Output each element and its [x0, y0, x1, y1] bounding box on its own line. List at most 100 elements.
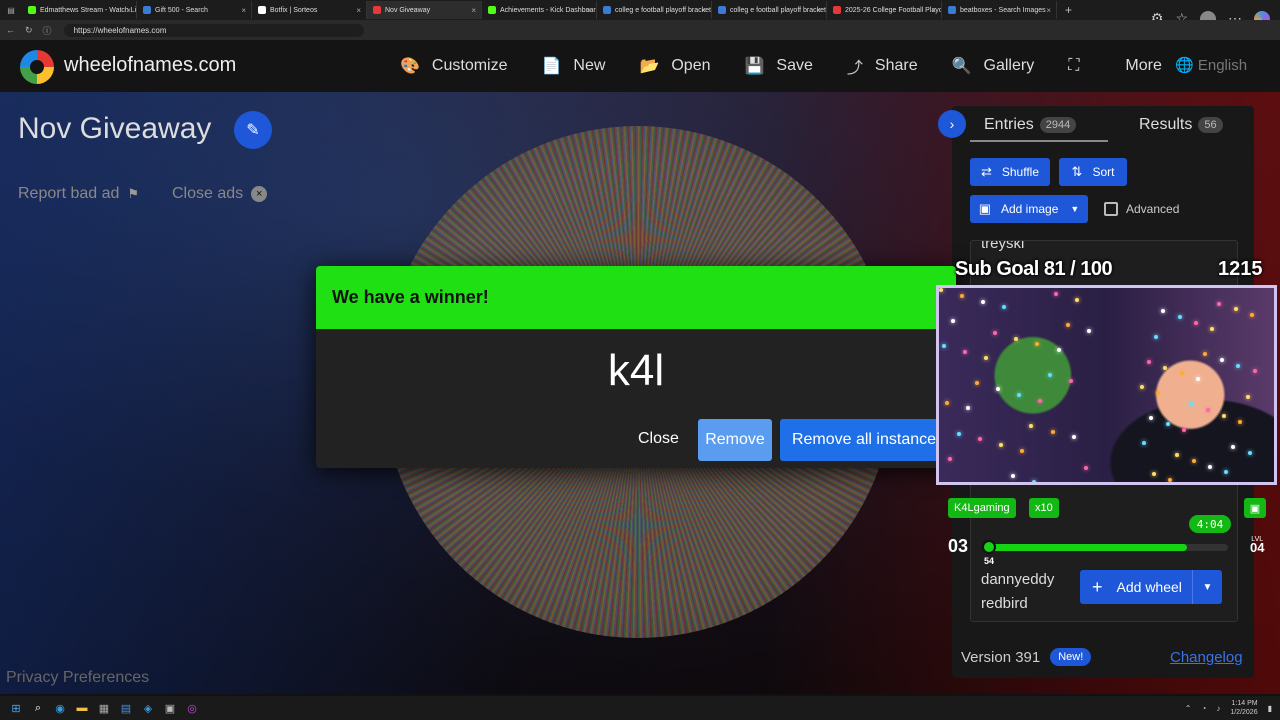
christmas-light [1151, 472, 1156, 477]
edit-title-button[interactable]: ✎ [234, 111, 272, 149]
notifications-icon[interactable]: ▮ [1268, 704, 1272, 713]
tab-entries[interactable]: Entries 2944 [984, 116, 1077, 134]
christmas-light [1014, 336, 1019, 341]
advanced-checkbox[interactable] [1104, 202, 1118, 216]
browser-tab[interactable]: Nov Giveaway × [367, 1, 482, 19]
browser-tab[interactable]: colleg e football playoff bracket × [712, 1, 827, 19]
menu-item-customize[interactable]: 🎨 Customize [400, 54, 508, 78]
christmas-light [945, 400, 950, 405]
main-menu: 🎨 Customize 📄 New 📂 Open 💾 Save ⤴ Share 🔍 Gallery ⛶ M… [400, 54, 1196, 78]
shuffle-button[interactable]: ⇄ Shuffle [970, 158, 1050, 186]
wheel-logo-icon[interactable] [20, 50, 54, 84]
close-tab-icon[interactable]: × [356, 6, 361, 15]
webcam-feed [936, 285, 1277, 485]
menu-item-fullscreen[interactable]: ⛶ [1068, 54, 1091, 78]
site-name[interactable]: wheelofnames.com [64, 54, 236, 77]
report-bad-ad-label: Report bad ad [18, 185, 120, 202]
browser-tab[interactable]: beatboxes - Search Images × [942, 1, 1057, 19]
image-icon: ▣ [978, 201, 991, 216]
remove-all-instances-button[interactable]: Remove all instances [780, 419, 956, 461]
christmas-light [1205, 408, 1210, 413]
new-tab-icon[interactable]: + [1065, 3, 1072, 17]
close-tab-icon[interactable]: × [586, 6, 591, 15]
close-tab-icon[interactable]: × [816, 6, 821, 15]
christmas-light [996, 386, 1001, 391]
date-label: 1/2/2026 [1230, 709, 1258, 716]
remove-button[interactable]: Remove [698, 419, 772, 461]
close-ads-link[interactable]: Close ads × [172, 185, 268, 203]
tab-results[interactable]: Results 56 [1139, 116, 1223, 134]
menu-item-save[interactable]: 💾 Save [745, 54, 813, 78]
tab-actions-icon[interactable]: ▤ [0, 6, 22, 15]
xp-value: 54 [984, 556, 995, 566]
tab-title: Nov Giveaway [385, 6, 431, 14]
notepad-icon[interactable]: ▤ [118, 700, 134, 716]
browser-tab[interactable]: Botfix | Sorteos × [252, 1, 367, 19]
add-wheel-button[interactable]: + Add wheel ▼ [1080, 570, 1222, 604]
share-icon: ⤴ [846, 60, 863, 77]
language-selector[interactable]: 🌐 English [1175, 56, 1247, 74]
refresh-icon[interactable]: ↻ [25, 25, 33, 36]
menu-item-more[interactable]: More [1125, 54, 1161, 78]
christmas-light [1002, 305, 1007, 310]
language-label: English [1197, 57, 1248, 74]
menu-item-new[interactable]: 📄 New [542, 54, 606, 78]
advanced-toggle[interactable]: Advanced [1104, 202, 1179, 216]
shuffle-icon: ⇄ [980, 164, 992, 179]
site-info-icon[interactable]: ⓘ [43, 24, 52, 37]
collapse-panel-button[interactable]: › [938, 110, 966, 138]
browser-tab[interactable]: Achievements - Kick Dashboard × [482, 1, 597, 19]
plus-icon: + [1092, 576, 1103, 597]
close-tab-icon[interactable]: × [931, 6, 936, 15]
address-bar: ← ↻ ⓘ https://wheelofnames.com [0, 20, 1280, 40]
taskbar-app-icon[interactable]: ▦ [96, 700, 112, 716]
sort-button[interactable]: ⇅ Sort [1059, 158, 1127, 186]
file-explorer-icon[interactable]: ▬ [74, 700, 90, 716]
privacy-preferences-link[interactable]: Privacy Preferences [6, 669, 149, 687]
christmas-light [960, 293, 965, 298]
christmas-light [1147, 359, 1152, 364]
obs-icon[interactable]: ◎ [184, 700, 200, 716]
edge-browser-icon[interactable]: ◉ [52, 700, 68, 716]
chevron-right-icon: › [949, 116, 955, 132]
add-image-label: Add image [1001, 202, 1059, 216]
caret-down-icon: ▼ [1070, 204, 1080, 214]
search-icon[interactable]: ⌕ [30, 700, 46, 716]
christmas-light [1247, 450, 1252, 455]
browser-tab[interactable]: Edmatthews Stream - Watch Liv × [22, 1, 137, 19]
viewer-counter: 1215 [1218, 258, 1263, 280]
search-icon: 🔍 [951, 58, 972, 75]
menu-item-share[interactable]: ⤴ Share [847, 54, 918, 78]
close-tab-icon[interactable]: × [241, 6, 246, 15]
browser-tab[interactable]: colleg e football playoff bracket × [597, 1, 712, 19]
close-button[interactable]: Close [638, 430, 679, 448]
changelog-link[interactable]: Changelog [1170, 649, 1243, 666]
network-icon[interactable]: ◔ [1202, 704, 1207, 713]
close-tab-icon[interactable]: × [701, 6, 706, 15]
url-field[interactable]: https://wheelofnames.com [63, 23, 364, 37]
add-wheel-label: Add wheel [1116, 579, 1182, 595]
file-icon: 📄 [541, 58, 562, 75]
add-image-button[interactable]: ▣ Add image ▼ [970, 195, 1088, 223]
taskbar-app-icon[interactable]: ▣ [162, 700, 178, 716]
menu-item-open[interactable]: 📂 Open [639, 54, 710, 78]
system-clock[interactable]: 1:14 PM 1/2/2026 [1230, 699, 1257, 717]
browser-tab[interactable]: Gift 500 - Search × [137, 1, 252, 19]
menu-item-gallery[interactable]: 🔍 Gallery [952, 54, 1035, 78]
tray-chevron-icon[interactable]: ⌃ [1185, 704, 1192, 713]
close-tab-icon[interactable]: × [126, 6, 131, 15]
close-tab-icon[interactable]: × [471, 6, 476, 15]
christmas-light [1203, 352, 1208, 357]
store-icon[interactable]: ◈ [140, 700, 156, 716]
report-bad-ad-link[interactable]: Report bad ad ⚑ [18, 185, 139, 203]
browser-tab[interactable]: 2025-26 College Football Playoff × [827, 1, 942, 19]
entries-count-badge: 2944 [1039, 117, 1077, 133]
windows-start-icon[interactable]: ⊞ [8, 700, 24, 716]
close-tab-icon[interactable]: × [1046, 6, 1051, 15]
back-icon[interactable]: ← [6, 25, 15, 35]
caret-down-icon[interactable]: ▼ [1192, 570, 1222, 604]
christmas-light [1050, 429, 1055, 434]
volume-icon[interactable]: ♪ [1216, 704, 1220, 713]
christmas-light [939, 288, 943, 292]
christmas-light [1222, 414, 1227, 419]
